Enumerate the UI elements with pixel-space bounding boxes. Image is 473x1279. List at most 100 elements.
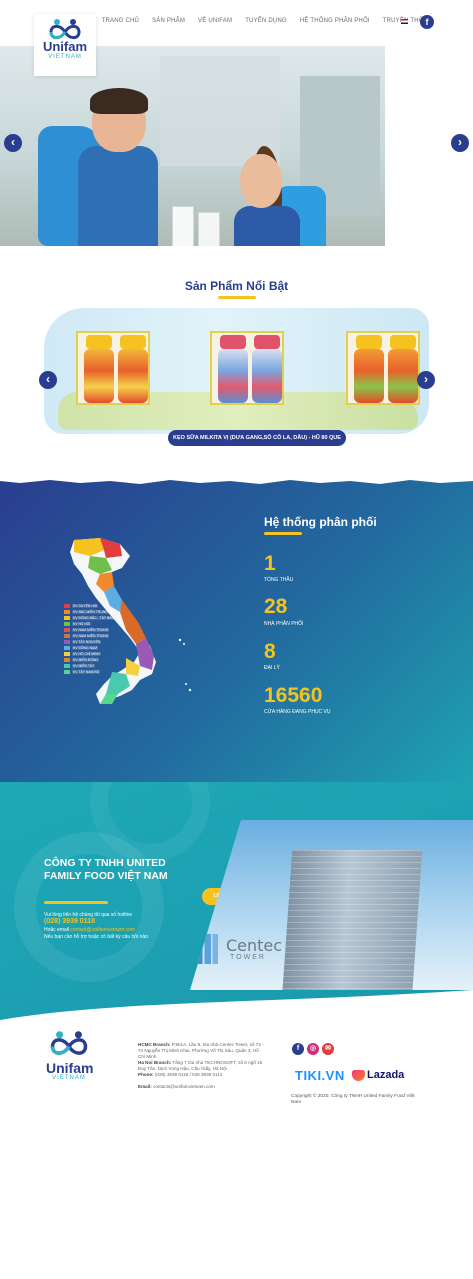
centec-logo-icon <box>196 934 218 964</box>
hanoi-branch: Ha Noi Branch: Tầng 7 tòa nhà TECHNOSOFT… <box>138 1060 264 1072</box>
product-card[interactable] <box>210 331 284 405</box>
girl-figure <box>234 206 300 246</box>
mail-icon[interactable]: ✉ <box>322 1043 334 1055</box>
island-dot <box>178 638 182 642</box>
instagram-icon[interactable]: ◎ <box>307 1043 319 1055</box>
candy-jar <box>354 349 384 403</box>
site-footer: Unifam VIETNAM HCMC Branch: P.901A, Lầu … <box>0 1024 473 1279</box>
facebook-icon[interactable]: f <box>292 1043 304 1055</box>
hcmc-label: HCMC Branch: <box>138 1042 171 1047</box>
legend-item: KV BẮC MIỀN TRUNG TÂM <box>64 610 121 614</box>
nav-distribution[interactable]: HỆ THỐNG PHÂN PHỐI <box>300 18 370 24</box>
stat-value: 1 <box>264 552 276 575</box>
jar-lid <box>220 335 246 349</box>
copyright-text: Copyright © 2020. Công ty TNHH United Fa… <box>291 1094 415 1105</box>
nav-about[interactable]: VỀ UNIFAM <box>198 18 232 24</box>
milk-glass <box>172 206 194 246</box>
phone-label: Phone: <box>138 1072 154 1077</box>
nav-products[interactable]: SẢN PHẨM <box>152 18 185 24</box>
products-next-button[interactable]: › <box>417 371 435 389</box>
legend-label: KV MIỀN TÂY <box>72 664 96 668</box>
company-section: CÔNG TY TNHH UNITED FAMILY FOOD VIỆT NAM… <box>0 782 473 1024</box>
centec-brand: Centec <box>226 936 283 955</box>
jar-lid <box>86 335 112 349</box>
island-dot <box>185 683 187 685</box>
legend-label: KV NAM MIỀN TRUNG <box>72 628 110 632</box>
legend-label: KV BẮC MIỀN TRUNG TÂM <box>72 610 117 614</box>
milk-glass <box>198 212 220 246</box>
tiki-store-link[interactable]: TIKI.VN <box>295 1068 345 1083</box>
logo-subtitle: VIETNAM <box>48 54 82 60</box>
hcmc-branch: HCMC Branch: P.901A, Lầu 9, tòa nhà Cent… <box>138 1042 264 1060</box>
legend-swatch <box>64 646 70 650</box>
legend-item: KV ĐÔNG BẮC - TÂY BẮC BỘ <box>64 616 121 620</box>
boy-figure <box>78 146 158 246</box>
legend-label: KV ĐÔNG NAM <box>72 646 99 650</box>
email-label: Email: <box>138 1084 152 1089</box>
site-logo[interactable]: Unifam VIETNAM <box>34 14 96 76</box>
legend-label: KV DUYÊN HẢI <box>72 604 98 608</box>
product-card[interactable] <box>346 331 420 405</box>
candy-jar <box>252 349 282 403</box>
candy-jar <box>218 349 248 403</box>
legend-swatch <box>64 652 70 656</box>
nav-careers[interactable]: TUYỂN DỤNG <box>245 18 287 24</box>
legend-item: KV HÀ NỘI <box>64 622 121 626</box>
company-name: CÔNG TY TNHH UNITED FAMILY FOOD VIỆT NAM <box>44 857 168 882</box>
product-card[interactable] <box>76 331 150 405</box>
jar-lid <box>120 335 146 349</box>
jar-lid <box>254 335 280 349</box>
stat-value: 28 <box>264 595 288 618</box>
phone-line: Phone: (028) 3939 0118 / 028 3939 0112 <box>138 1072 264 1078</box>
hero-prev-button[interactable]: ‹ <box>4 134 22 152</box>
candy-jar <box>388 349 418 403</box>
hero-banner <box>0 46 385 246</box>
legend-label: KV MIỀN ĐÔNG <box>72 658 100 662</box>
email-line: Hoặc email contact@unifamvietnam.com <box>44 927 135 933</box>
legend-swatch <box>64 658 70 662</box>
legend-item: KV ĐÔNG NAM <box>64 646 121 650</box>
nav-home[interactable]: TRANG CHỦ <box>102 18 139 24</box>
legend-item: KV NAM MIỀN TRUNG <box>64 628 121 632</box>
stat-value: 16560 <box>264 684 323 707</box>
footer-logo[interactable]: Unifam VIETNAM <box>46 1030 93 1081</box>
map-legend: KV DUYÊN HẢI KV BẮC MIỀN TRUNG TÂM KV ĐÔ… <box>64 604 121 676</box>
unifam-logo-icon <box>50 1031 88 1055</box>
legend-swatch <box>64 634 70 638</box>
stat-label: ĐẠI LÝ <box>264 665 280 671</box>
legend-item: KV TÂY NAM BỘ <box>64 670 121 674</box>
candy-jar <box>118 349 148 403</box>
centec-tower-photo: Centec TOWER <box>190 820 473 990</box>
legend-swatch <box>64 622 70 626</box>
footer-email-link[interactable]: contacts@unifamvietnam.com <box>153 1084 215 1089</box>
legend-label: KV HỒ CHÍ MINH <box>72 652 101 656</box>
jar-lid <box>390 335 416 349</box>
legend-item: KV NAM MIỀN TRUNG <box>64 634 121 638</box>
legend-item: KV MIỀN ĐÔNG <box>64 658 121 662</box>
distribution-section: KV DUYÊN HẢI KV BẮC MIỀN TRUNG TÂM KV ĐÔ… <box>0 478 473 782</box>
featured-products-title: Sản Phẩm Nổi Bật <box>184 279 289 293</box>
footer-subtitle: VIETNAM <box>52 1075 86 1081</box>
hanoi-label: Ha Noi Branch: <box>138 1060 172 1065</box>
stat-label: CỬA HÀNG ĐANG PHỤC VỤ <box>264 709 331 715</box>
legend-swatch <box>64 604 70 608</box>
legend-item: KV TÂY NGUYÊN <box>64 640 121 644</box>
facebook-icon[interactable]: f <box>420 15 434 29</box>
hero-next-button[interactable]: › <box>451 134 469 152</box>
lazada-store-link[interactable]: Lazada <box>367 1069 404 1081</box>
phone-numbers[interactable]: (028) 3939 0118 / 028 3939 0112 <box>155 1072 223 1077</box>
legend-label: KV NAM MIỀN TRUNG <box>72 634 110 638</box>
jar-lid <box>356 335 382 349</box>
girl-head <box>240 154 282 208</box>
boy-hair <box>90 88 148 114</box>
legend-item: KV DUYÊN HẢI <box>64 604 121 608</box>
company-email-link[interactable]: contact@unifamvietnam.com <box>70 927 135 933</box>
legend-label: KV HÀ NỘI <box>72 622 92 626</box>
legend-label: KV ĐÔNG BẮC - TÂY BẮC BỘ <box>72 616 121 620</box>
uk-flag-icon[interactable] <box>401 19 408 24</box>
legend-swatch <box>64 670 70 674</box>
product-name-button[interactable]: KẸO SỮA MILKITA VỊ (DƯA GANG,SÔ CÔ LA, D… <box>168 430 346 446</box>
stat-label: NHÀ PHÂN PHỐI <box>264 621 304 627</box>
hotline-number[interactable]: (028) 3939 0118 <box>44 918 95 925</box>
products-prev-button[interactable]: ‹ <box>39 371 57 389</box>
